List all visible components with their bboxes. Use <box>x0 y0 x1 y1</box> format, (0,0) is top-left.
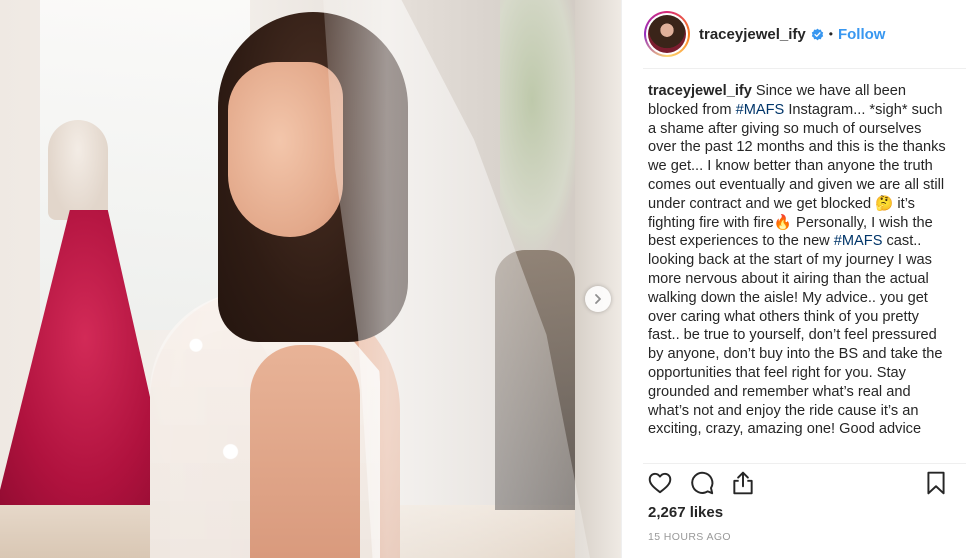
likes-count[interactable]: 2,267 likes <box>648 504 723 521</box>
post-side-panel: tracey​jewel_ify • Follow traceyjewel_if… <box>621 0 970 558</box>
share-icon <box>733 471 753 495</box>
bride-face <box>228 62 343 237</box>
mannequin <box>48 120 108 220</box>
actions-divider <box>643 463 966 464</box>
background-pillar <box>575 0 621 558</box>
action-bar <box>622 468 970 500</box>
chevron-right-icon <box>595 294 601 304</box>
avatar-image <box>648 15 686 53</box>
header-divider <box>643 68 966 69</box>
verified-badge-icon <box>811 28 824 41</box>
hashtag-link[interactable]: #MAFS <box>834 233 883 249</box>
comment-icon <box>691 471 714 495</box>
separator-dot: • <box>828 27 833 41</box>
background-plant <box>500 0 580 250</box>
next-photo-button[interactable] <box>585 286 611 312</box>
thinking-emoji: 🤔 <box>875 195 894 212</box>
hashtag-link[interactable]: #MAFS <box>736 102 785 118</box>
share-button[interactable] <box>730 470 756 496</box>
comment-button[interactable] <box>689 470 715 496</box>
avatar[interactable] <box>644 11 690 57</box>
post-header: tracey​jewel_ify • Follow <box>622 0 970 68</box>
post-photo[interactable] <box>0 0 621 558</box>
fire-emoji: 🔥 <box>773 214 792 231</box>
header-username[interactable]: tracey​jewel_ify <box>699 26 806 43</box>
heart-icon <box>648 472 672 494</box>
follow-button[interactable]: Follow <box>838 26 886 43</box>
like-button[interactable] <box>647 470 673 496</box>
dress-open-back <box>250 345 360 558</box>
caption-text-part: cast.. looking back at the start of my j… <box>648 233 943 438</box>
save-button[interactable] <box>923 470 949 496</box>
caption-username[interactable]: traceyjewel_ify <box>648 83 752 99</box>
post-caption: traceyjewel_ify Since we have all been b… <box>648 82 948 462</box>
bookmark-icon <box>927 471 945 495</box>
post-timestamp[interactable]: 15 HOURS AGO <box>648 531 731 543</box>
